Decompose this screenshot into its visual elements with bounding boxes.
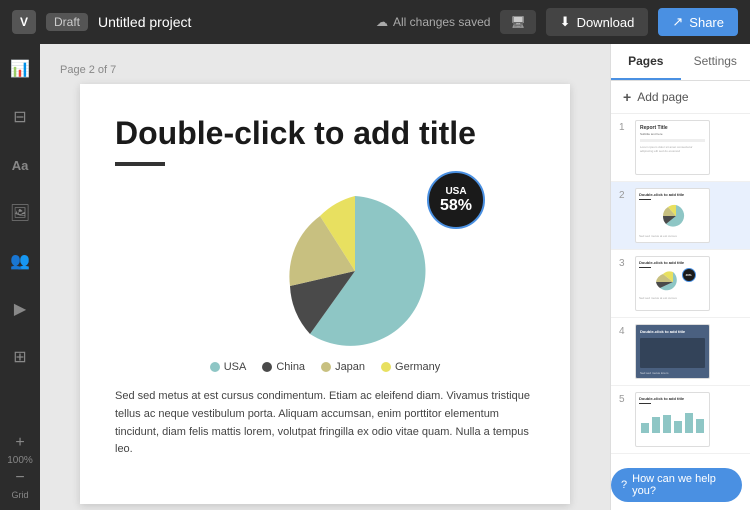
thumbnail-2: Double-click to add title Sed sed metus … [635, 188, 710, 243]
japan-label: Japan [335, 361, 365, 373]
page-thumb-1[interactable]: 1 Report Title Subtitle text here Lorem … [611, 114, 750, 182]
sidebar-item-home[interactable]: ⊟ [5, 102, 35, 132]
legend-japan: Japan [321, 361, 365, 373]
zoom-in-button[interactable]: + [15, 435, 24, 451]
legend-germany: Germany [381, 361, 440, 373]
zoom-out-button[interactable]: − [15, 470, 24, 486]
app-logo: V [12, 10, 36, 34]
add-page-button[interactable]: + Add page [611, 81, 750, 114]
page-num-2: 2 [619, 190, 629, 201]
page-thumb-3[interactable]: 3 Double-click to add title 40% [611, 250, 750, 318]
china-label: China [276, 361, 305, 373]
mini-bar-chart [639, 407, 707, 435]
main-layout: 📊 ⊟ Aa 🖼 👥 ▶ ⊞ + 100% − Grid Page 2 of 7… [0, 44, 750, 510]
sidebar-item-users[interactable]: 👥 [5, 246, 35, 276]
download-button[interactable]: ⬇ Download [546, 8, 649, 36]
help-icon: ? [621, 479, 627, 491]
page-num-5: 5 [619, 394, 629, 405]
canvas-area[interactable]: Page 2 of 7 Double-click to add title US… [40, 44, 610, 510]
project-title[interactable]: Untitled project [98, 14, 191, 30]
share-button[interactable]: ↗ Share [658, 8, 738, 36]
monitor-icon: 🖥 [510, 15, 525, 29]
usa-tooltip: USA 58% [427, 171, 485, 229]
title-underline [115, 162, 165, 166]
page-indicator: Page 2 of 7 [60, 64, 590, 76]
thumbnail-4: Double-click to add title Sed sed metus … [635, 324, 710, 379]
sidebar-item-text[interactable]: Aa [5, 150, 35, 180]
help-button[interactable]: ? How can we help you? [611, 468, 742, 502]
left-sidebar: 📊 ⊟ Aa 🖼 👥 ▶ ⊞ + 100% − Grid [0, 44, 40, 510]
thumbnail-3: Double-click to add title 40% S [635, 256, 710, 311]
page-num-1: 1 [619, 122, 629, 133]
page-num-3: 3 [619, 258, 629, 269]
germany-dot [381, 362, 391, 372]
pie-svg [255, 186, 455, 356]
download-icon: ⬇ [560, 14, 571, 30]
china-dot [262, 362, 272, 372]
mini-pie [656, 202, 696, 230]
usa-label: USA [224, 361, 247, 373]
pages-list: 1 Report Title Subtitle text here Lorem … [611, 114, 750, 510]
tab-pages[interactable]: Pages [611, 44, 681, 80]
chart-container: USA 58% [115, 186, 535, 373]
page-thumb-4[interactable]: 4 Double-click to add title Sed sed metu… [611, 318, 750, 386]
page-thumb-2[interactable]: 2 Double-click to add title Sed sed metu… [611, 182, 750, 250]
sidebar-item-media[interactable]: ▶ [5, 294, 35, 324]
canvas-page: Double-click to add title USA 58% [80, 84, 570, 504]
monitor-button[interactable]: 🖥 [500, 10, 535, 34]
page-num-4: 4 [619, 326, 629, 337]
page-thumb-5[interactable]: 5 Double-click to add title [611, 386, 750, 454]
thumbnail-1: Report Title Subtitle text here Lorem ip… [635, 120, 710, 175]
cloud-icon: ☁ [376, 15, 388, 29]
saved-status: ☁ All changes saved [376, 15, 490, 29]
sidebar-item-apps[interactable]: ⊞ [5, 342, 35, 372]
legend-china: China [262, 361, 305, 373]
zoom-level: 100% [7, 455, 33, 466]
sidebar-bottom: + 100% − Grid [7, 435, 33, 500]
share-icon: ↗ [672, 14, 683, 30]
draft-badge: Draft [46, 13, 88, 31]
tab-settings[interactable]: Settings [681, 44, 750, 80]
page-title[interactable]: Double-click to add title [115, 114, 535, 152]
japan-dot [321, 362, 331, 372]
right-panel: Pages Settings + Add page 1 Report Title… [610, 44, 750, 510]
legend-usa: USA [210, 361, 247, 373]
sidebar-item-images[interactable]: 🖼 [5, 198, 35, 228]
body-text: Sed sed metus at est cursus condimentum.… [115, 388, 535, 458]
germany-label: Germany [395, 361, 440, 373]
tooltip-label: USA [445, 186, 466, 197]
plus-icon: + [623, 89, 631, 105]
chart-legend: USA China Japan Germany [210, 361, 441, 373]
thumbnail-5: Double-click to add title [635, 392, 710, 447]
topbar: V Draft Untitled project ☁ All changes s… [0, 0, 750, 44]
sidebar-item-analytics[interactable]: 📊 [5, 54, 35, 84]
grid-label: Grid [11, 490, 28, 500]
tooltip-pct: 58% [440, 197, 472, 215]
usa-dot [210, 362, 220, 372]
pie-chart[interactable]: USA 58% [255, 186, 455, 356]
panel-tabs: Pages Settings [611, 44, 750, 81]
